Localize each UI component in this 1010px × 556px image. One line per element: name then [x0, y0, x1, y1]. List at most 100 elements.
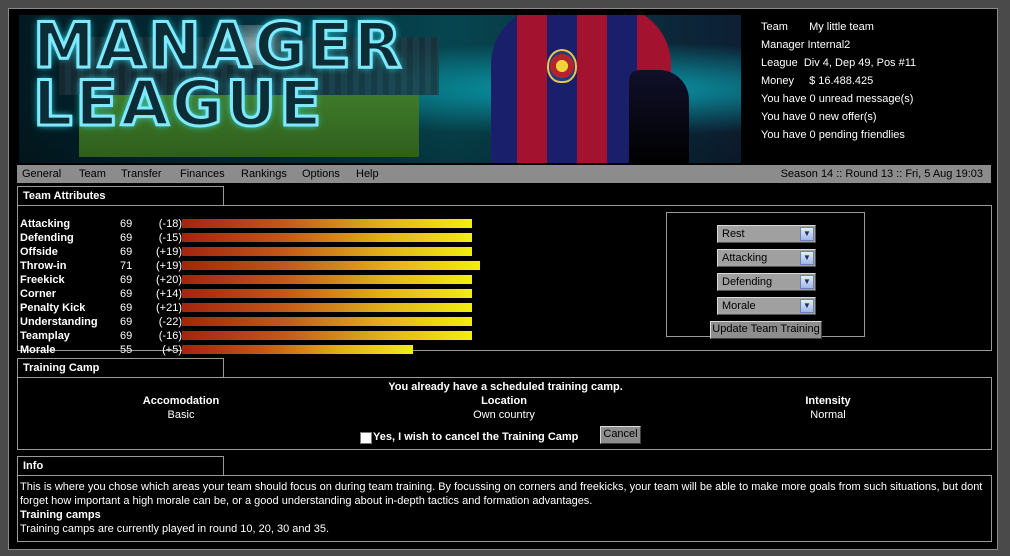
attribute-name: Freekick: [20, 274, 65, 286]
team-attributes-tab: Team Attributes: [17, 186, 224, 205]
attribute-level-bar: [182, 303, 472, 312]
team-row: Team My little team: [761, 18, 991, 36]
attribute-change: (+19): [156, 260, 182, 272]
logo-line-2: LEAGUE: [32, 67, 325, 140]
location-label: Location: [481, 395, 527, 407]
menu-rankings[interactable]: Rankings: [241, 165, 287, 183]
manager-league-logo: MANAGER LEAGUE: [32, 15, 405, 140]
menu-options[interactable]: Options: [302, 165, 340, 183]
attribute-level-bar: [182, 261, 480, 270]
training-select-2-value: Attacking: [722, 252, 768, 264]
manager-key: Manager: [761, 39, 805, 51]
attribute-level-bar: [182, 219, 472, 228]
training-select-1[interactable]: Rest ▼: [717, 225, 816, 243]
training-camp-notice: You already have a scheduled training ca…: [388, 381, 623, 393]
info-panel: This is where you chose which areas your…: [17, 475, 992, 542]
chevron-down-icon[interactable]: ▼: [800, 251, 814, 265]
attribute-name: Teamplay: [20, 330, 70, 342]
manager-row: Manager Internal2: [761, 36, 991, 54]
attribute-change: (+14): [156, 288, 182, 300]
menu-general[interactable]: General: [22, 165, 61, 183]
attribute-name: Understanding: [20, 316, 98, 328]
messages-link[interactable]: You have 0 unread message(s): [761, 90, 991, 108]
intensity-label: Intensity: [805, 395, 851, 407]
training-camp-tab: Training Camp: [17, 358, 224, 377]
accommodation-label: Accomodation: [142, 395, 220, 407]
menu-team[interactable]: Team: [79, 165, 106, 183]
attribute-level-bar: [182, 317, 472, 326]
money-key: Money: [761, 75, 795, 87]
attribute-value: 69: [120, 302, 133, 314]
attribute-value: 69: [120, 218, 133, 230]
location-value: Own country: [473, 409, 535, 421]
season-round-date: Season 14 :: Round 13 :: Fri, 5 Aug 19:0…: [780, 168, 983, 180]
training-select-3-value: Defending: [722, 276, 773, 288]
attribute-value: 71: [120, 260, 133, 272]
attribute-value: 69: [120, 330, 133, 342]
attribute-change: (+20): [156, 274, 182, 286]
menu-transfer[interactable]: Transfer: [121, 165, 162, 183]
team-training-box: Rest ▼ Attacking ▼ Defending ▼ Morale ▼ …: [666, 212, 865, 339]
update-team-training-button[interactable]: Update Team Training: [710, 321, 822, 339]
training-camp-panel: You already have a scheduled training ca…: [17, 377, 992, 450]
manager-name: Internal2: [807, 39, 851, 51]
cancel-training-camp-label[interactable]: Yes, I wish to cancel the Training Camp: [373, 431, 578, 443]
attribute-change: (-22): [158, 316, 182, 328]
attribute-name: Throw-in: [20, 260, 67, 272]
game-window: MANAGER LEAGUE Team My little team Manag…: [8, 8, 998, 550]
attribute-level-bar: [182, 247, 472, 256]
attribute-change: (+21): [156, 302, 182, 314]
league-key: League: [761, 57, 798, 69]
attribute-level-bar: [182, 233, 472, 242]
chevron-down-icon[interactable]: ▼: [800, 299, 814, 313]
attribute-value: 69: [120, 288, 133, 300]
menu-help[interactable]: Help: [356, 165, 379, 183]
attribute-value: 69: [120, 316, 133, 328]
team-attributes-panel: Attacking 69 (-18) Defending 69 (-15) Offside 6…: [17, 205, 992, 356]
training-select-3[interactable]: Defending ▼: [717, 273, 816, 291]
attribute-name: Morale: [20, 344, 56, 356]
main-menu-bar: General Team Transfer Finances Rankings …: [17, 165, 991, 183]
team-info-panel: Team My little team Manager Internal2 Le…: [761, 18, 991, 144]
friendlies-link[interactable]: You have 0 pending friendlies: [761, 126, 991, 144]
attribute-name: Defending: [20, 232, 74, 244]
intensity-value: Normal: [810, 409, 846, 421]
league-value: Div 4, Dep 49, Pos #11: [803, 57, 917, 69]
training-select-1-value: Rest: [722, 228, 745, 240]
attribute-name: Penalty Kick: [20, 302, 86, 314]
chevron-down-icon[interactable]: ▼: [800, 227, 814, 241]
attribute-change: (-15): [158, 232, 182, 244]
player-arm-image: [629, 70, 689, 163]
training-select-4[interactable]: Morale ▼: [717, 297, 816, 315]
attribute-level-bar: [182, 289, 472, 298]
attribute-value: 69: [120, 232, 133, 244]
accommodation-value: Basic: [167, 409, 195, 421]
attribute-change: (+5): [162, 344, 182, 356]
cancel-button[interactable]: Cancel: [600, 426, 641, 444]
attribute-name: Offside: [20, 246, 58, 258]
team-key: Team: [761, 21, 788, 33]
attribute-change: (-18): [158, 218, 182, 230]
chevron-down-icon[interactable]: ▼: [800, 275, 814, 289]
header-banner: MANAGER LEAGUE: [19, 15, 741, 163]
training-select-2[interactable]: Attacking ▼: [717, 249, 816, 267]
attribute-value: 69: [120, 246, 133, 258]
training-camps-text: Training camps are currently played in r…: [20, 523, 329, 535]
attribute-name: Attacking: [20, 218, 71, 230]
attribute-level-bar: [182, 331, 472, 340]
training-select-4-value: Morale: [722, 300, 756, 312]
league-row: League Div 4, Dep 49, Pos #11: [761, 54, 991, 72]
cancel-training-camp-checkbox[interactable]: [360, 432, 372, 444]
attribute-change: (+19): [156, 246, 182, 258]
training-camps-heading: Training camps: [20, 509, 101, 521]
money-value: $ 16.488.425: [809, 75, 874, 87]
menu-finances[interactable]: Finances: [180, 165, 225, 183]
info-text: This is where you chose which areas your…: [20, 481, 983, 507]
offers-link[interactable]: You have 0 new offer(s): [761, 108, 991, 126]
attribute-value: 69: [120, 274, 133, 286]
info-tab: Info: [17, 456, 224, 475]
attribute-level-bar: [182, 275, 472, 284]
team-name: My little team: [809, 21, 874, 33]
attribute-value: 55: [120, 344, 133, 356]
attribute-level-bar: [182, 345, 413, 354]
